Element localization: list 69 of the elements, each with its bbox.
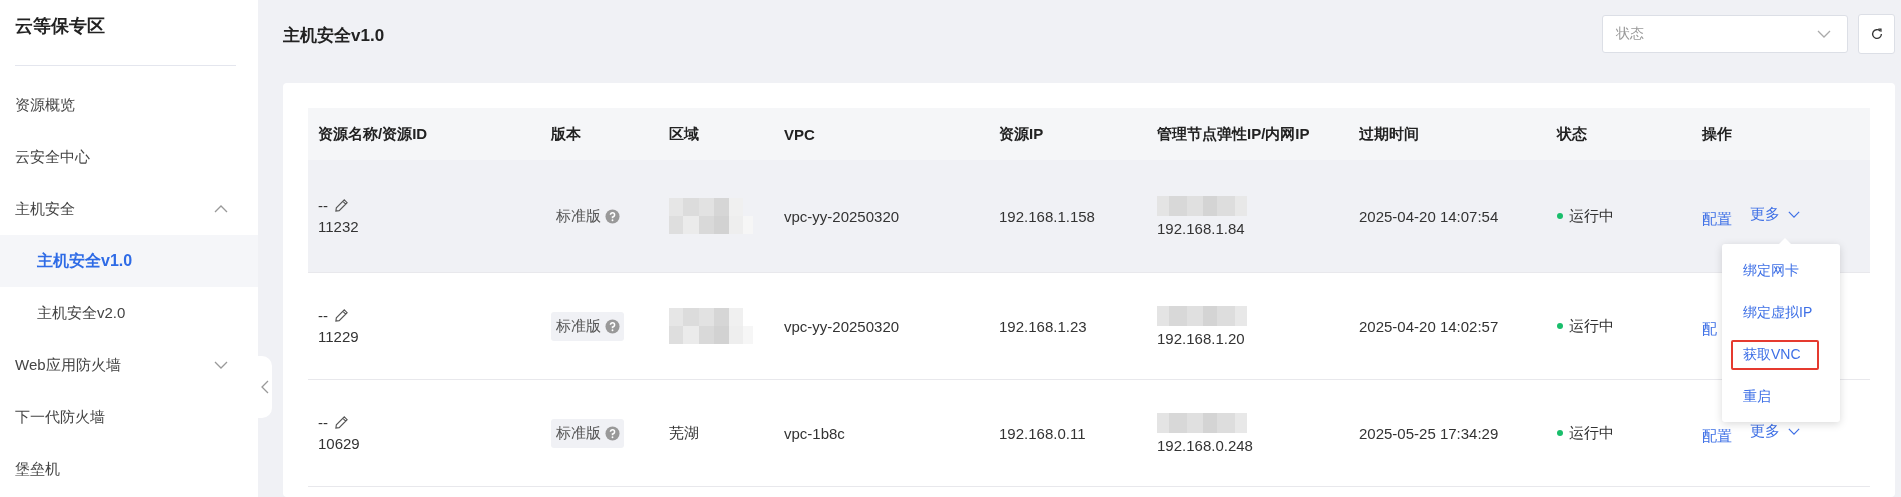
- status-text: 运行中: [1569, 206, 1614, 226]
- status-select[interactable]: 状态: [1602, 15, 1848, 53]
- edition-tag: 标准版: [551, 311, 624, 341]
- table-cell: --: [318, 197, 328, 214]
- table-cell: 192.168.1.20: [1157, 329, 1245, 347]
- sidebar-item[interactable]: Web应用防火墙: [0, 339, 258, 391]
- table-cell: 192.168.1.23: [999, 317, 1087, 335]
- table-cell: 192.168.1.84: [1157, 219, 1245, 237]
- menu-item[interactable]: 绑定网卡: [1731, 256, 1832, 286]
- menu-item[interactable]: 重启: [1731, 382, 1832, 412]
- chevron-icon: [1817, 30, 1831, 38]
- chevron-icon: [214, 205, 228, 213]
- column-header: 资源名称/资源ID: [318, 124, 428, 142]
- table-cell: 2025-04-20 14:02:57: [1359, 317, 1499, 335]
- pencil-icon[interactable]: [334, 308, 349, 323]
- column-header: 状态: [1557, 124, 1587, 142]
- table-cell: 2025-04-20 14:07:54: [1359, 207, 1499, 225]
- menu-item[interactable]: 获取VNC: [1731, 340, 1819, 370]
- status-text: 运行中: [1569, 316, 1614, 336]
- column-header: 管理节点弹性IP/内网IP: [1157, 124, 1310, 142]
- chevron-icon: [261, 380, 269, 394]
- config-link[interactable]: 配置: [1702, 426, 1732, 446]
- pencil-icon[interactable]: [334, 415, 349, 430]
- table-cell: 192.168.1.158: [999, 207, 1095, 225]
- sidebar-item[interactable]: 主机安全v2.0: [0, 287, 258, 339]
- sidebar-item[interactable]: 主机安全v1.0: [0, 235, 258, 287]
- chevron-icon: [214, 361, 228, 369]
- sidebar-item[interactable]: 下一代防火墙: [0, 391, 258, 443]
- edition-tag: 标准版: [551, 201, 624, 231]
- more-menu-button[interactable]: 更多: [1750, 204, 1800, 224]
- table-cell: 2025-05-25 17:34:29: [1359, 424, 1499, 442]
- pencil-icon[interactable]: [334, 198, 349, 213]
- table-cell: 192.168.0.11: [999, 424, 1086, 442]
- collapse-handle[interactable]: [258, 356, 272, 418]
- refresh-icon: [1869, 27, 1884, 41]
- table-cell: 11229: [318, 328, 359, 345]
- help-icon[interactable]: [605, 208, 620, 224]
- column-header: 版本: [551, 124, 581, 142]
- chevron-icon: [1788, 427, 1800, 435]
- table-cell: vpc-yy-20250320: [784, 207, 900, 225]
- page-title: 主机安全v1.0: [283, 25, 385, 47]
- status-text: 运行中: [1569, 423, 1614, 443]
- config-link[interactable]: 配置: [1702, 209, 1732, 229]
- help-icon[interactable]: [605, 425, 620, 441]
- column-header: 资源IP: [999, 124, 1044, 142]
- edition-tag: 标准版: [551, 418, 624, 448]
- column-header: 过期时间: [1359, 124, 1419, 142]
- column-header: 操作: [1702, 124, 1732, 142]
- table-cell: 192.168.0.248: [1157, 436, 1253, 454]
- table-cell: --: [318, 414, 328, 431]
- sidebar-title: 云等保专区: [14, 15, 106, 38]
- more-menu-button[interactable]: 更多: [1750, 421, 1800, 441]
- config-link[interactable]: 配: [1702, 319, 1717, 339]
- menu-item[interactable]: 绑定虚拟IP: [1731, 298, 1832, 328]
- table-cell: vpc-yy-20250320: [784, 317, 900, 335]
- table-cell: --: [318, 307, 328, 324]
- sidebar-item[interactable]: 主机安全: [0, 183, 258, 235]
- table-cell: 11232: [318, 218, 359, 235]
- help-icon[interactable]: [605, 318, 620, 334]
- table-cell: 10629: [318, 435, 360, 452]
- column-header: 区域: [669, 124, 699, 142]
- table-cell: 芜湖: [669, 423, 699, 443]
- sidebar-item[interactable]: 堡垒机: [0, 443, 258, 495]
- table-cell: vpc-1b8c: [784, 424, 845, 442]
- refresh-button[interactable]: [1858, 14, 1895, 54]
- sidebar-item[interactable]: 资源概览: [0, 79, 258, 131]
- sidebar-item[interactable]: 云安全中心: [0, 131, 258, 183]
- chevron-icon: [1788, 210, 1800, 218]
- column-header: VPC: [784, 125, 815, 143]
